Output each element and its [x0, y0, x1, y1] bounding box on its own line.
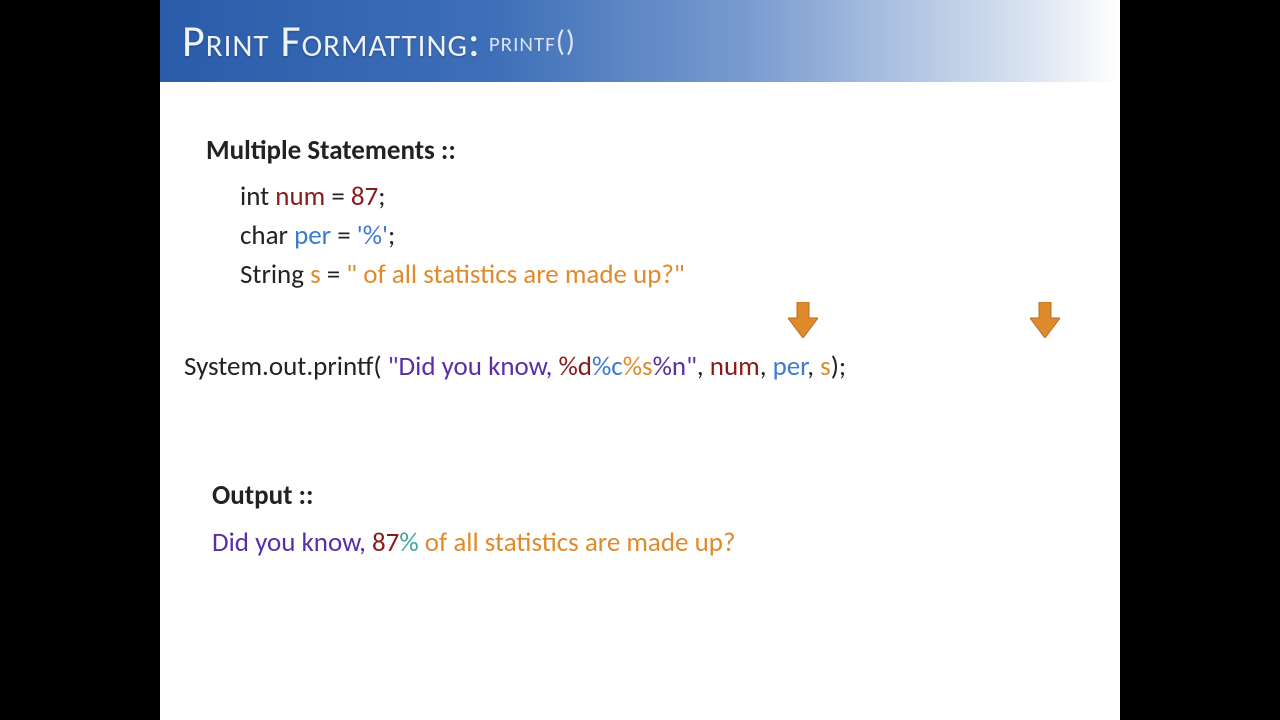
- arrow-down-icon: [1030, 302, 1060, 338]
- fmt-d: %d: [559, 350, 593, 383]
- kw-int: int: [240, 180, 275, 213]
- eq: =: [331, 219, 357, 252]
- comma: ,: [697, 350, 710, 383]
- quote-open: ": [388, 350, 399, 383]
- val-87: 87: [351, 180, 378, 213]
- val-string: " of all statistics are made up?": [346, 258, 684, 291]
- kw-string: String: [240, 258, 310, 291]
- fmt-s: %s: [623, 350, 653, 383]
- eq: =: [321, 258, 347, 291]
- decl-line-2: char per = '%';: [240, 216, 1090, 255]
- semi: ;: [378, 180, 385, 213]
- fmt-n: %n: [653, 350, 687, 383]
- decl-line-1: int num = 87;: [240, 177, 1090, 216]
- out-pct: %: [399, 526, 418, 559]
- eq: =: [325, 180, 351, 213]
- fmt-did: Did you know,: [399, 350, 559, 383]
- kw-char: char: [240, 219, 294, 252]
- arg-per: per: [773, 350, 808, 383]
- code-declarations: int num = 87; char per = '%'; String s =…: [206, 177, 1090, 294]
- fmt-c: %c: [592, 350, 623, 383]
- slide: Print Formatting: printf() Multiple Stat…: [160, 0, 1120, 720]
- arrow-down-icon: [788, 302, 818, 338]
- quote-close: ": [686, 350, 697, 383]
- out-num: 87: [372, 526, 399, 559]
- section-heading: Multiple Statements ::: [206, 134, 1090, 167]
- output-heading: Output ::: [212, 479, 1090, 512]
- title-sub: printf(): [489, 23, 576, 60]
- title-main: Print Formatting:: [182, 14, 481, 68]
- out-did: Did you know,: [212, 526, 372, 559]
- comma: ,: [760, 350, 773, 383]
- comma: ,: [807, 350, 820, 383]
- arg-s: s: [820, 350, 831, 383]
- decl-line-3: String s = " of all statistics are made …: [240, 255, 1090, 294]
- arg-num: num: [710, 350, 760, 383]
- var-num: num: [275, 180, 325, 213]
- printf-line: System.out.printf( "Did you know, %d%c%s…: [184, 350, 1090, 383]
- printf-call: System.out.printf(: [184, 350, 388, 383]
- paren-close: );: [831, 350, 846, 383]
- var-per: per: [294, 219, 331, 252]
- semi: ;: [388, 219, 395, 252]
- val-percent: '%': [357, 219, 388, 252]
- content: Multiple Statements :: int num = 87; cha…: [160, 82, 1120, 559]
- var-s: s: [310, 258, 321, 291]
- title-bar: Print Formatting: printf(): [160, 0, 1120, 82]
- out-rest: of all statistics are made up?: [419, 526, 736, 559]
- output-line: Did you know, 87% of all statistics are …: [212, 526, 1090, 559]
